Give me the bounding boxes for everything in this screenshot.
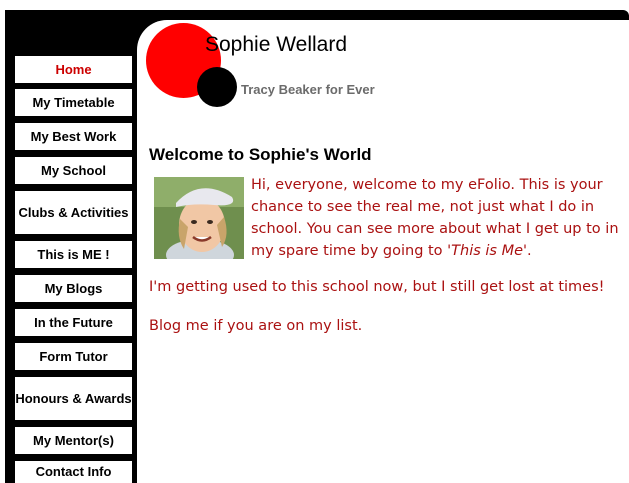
nav-my-timetable[interactable]: My Timetable (15, 89, 132, 116)
logo-black-circle (197, 67, 237, 107)
blog-paragraph: Blog me if you are on my list. (149, 318, 363, 334)
nav-my-school[interactable]: My School (15, 157, 132, 184)
nav-this-is-me[interactable]: This is ME ! (15, 241, 132, 268)
intro-text: Hi, everyone, welcome to my eFolio. This… (251, 177, 619, 259)
sidebar-nav: Home My Timetable My Best Work My School… (10, 20, 137, 483)
profile-photo (154, 177, 244, 259)
nav-in-the-future[interactable]: In the Future (15, 309, 132, 336)
main-content: Sophie Wellard Tracy Beaker for Ever Wel… (137, 20, 629, 483)
nav-contact-info[interactable]: Contact Info (15, 461, 132, 483)
intro-paragraph: Hi, everyone, welcome to my eFolio. This… (251, 174, 629, 262)
nav-my-blogs[interactable]: My Blogs (15, 275, 132, 302)
nav-form-tutor[interactable]: Form Tutor (15, 343, 132, 370)
intro-end: . (527, 243, 532, 259)
nav-honours-awards[interactable]: Honours & Awards (15, 377, 132, 420)
top-margin (0, 0, 629, 10)
site-tagline: Tracy Beaker for Ever (241, 82, 375, 97)
nav-my-mentors[interactable]: My Mentor(s) (15, 427, 132, 454)
nav-clubs-activities[interactable]: Clubs & Activities (15, 191, 132, 234)
nav-my-best-work[interactable]: My Best Work (15, 123, 132, 150)
status-paragraph: I'm getting used to this school now, but… (149, 279, 605, 295)
site-title: Sophie Wellard (205, 33, 348, 56)
welcome-heading: Welcome to Sophie's World (149, 145, 372, 164)
nav-home[interactable]: Home (15, 56, 132, 83)
this-is-me-link[interactable]: 'This is Me' (447, 243, 527, 259)
